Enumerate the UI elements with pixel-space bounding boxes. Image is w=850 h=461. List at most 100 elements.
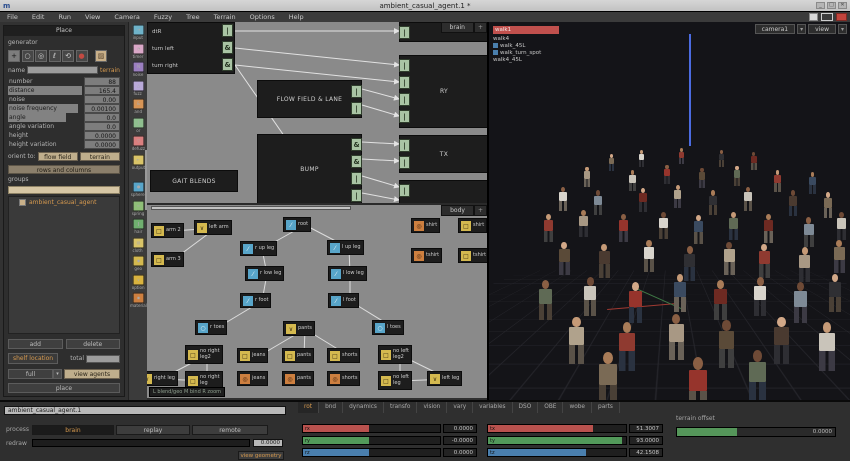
crowd-person[interactable]	[599, 352, 617, 400]
palette-geo-node[interactable]: ◆geo	[130, 255, 147, 272]
body-node-tshirt_o[interactable]: ◎tshirt	[411, 248, 442, 263]
crowd-person[interactable]	[694, 215, 703, 244]
crowd-person[interactable]	[819, 322, 835, 371]
tab-variables[interactable]: variables	[473, 402, 512, 413]
crowd-person[interactable]	[719, 150, 724, 167]
crowd-person[interactable]	[674, 185, 681, 208]
body-node-r_toes[interactable]: ○r toes	[195, 320, 227, 335]
brain-box-bot_out[interactable]: |	[399, 180, 487, 205]
terrain-offset-slider[interactable]: 0.0000	[676, 427, 836, 437]
param-value-noise-frequency[interactable]: 0.00100	[84, 104, 120, 113]
rot-rx-slider[interactable]: rx	[302, 424, 441, 433]
body-node-tshirt_y[interactable]: □tshirt	[458, 248, 487, 263]
palette-input-node[interactable]: ⇥input	[130, 24, 147, 41]
clip-item[interactable]: walk4_45L	[493, 56, 559, 63]
tab-dynamics[interactable]: dynamics	[343, 402, 384, 413]
groups-list[interactable]: ambient_casual_agent	[8, 196, 120, 334]
rot-ry-value[interactable]: -0.0000	[443, 436, 477, 445]
crowd-person[interactable]	[584, 167, 590, 187]
port-or-icon[interactable]: |	[399, 184, 410, 197]
clip-item[interactable]: walk_turn_spot	[493, 49, 559, 56]
body-node-l_low_leg[interactable]: ⁄l low leg	[328, 266, 367, 281]
body-node-r_up_leg[interactable]: ⁄r up leg	[240, 241, 277, 256]
brain-box-bump[interactable]: BUMP&&||	[257, 134, 362, 205]
menu-run[interactable]: Run	[51, 12, 77, 23]
crowd-person[interactable]	[744, 187, 752, 211]
port-or-icon[interactable]: |	[222, 24, 233, 37]
trans-ty-slider[interactable]: ty	[487, 436, 627, 445]
minimize-icon[interactable]: _	[816, 2, 825, 9]
body-node-l_up_leg[interactable]: ⁄l up leg	[327, 240, 364, 255]
crowd-person[interactable]	[699, 168, 705, 188]
crowd-person[interactable]	[609, 154, 614, 171]
crowd-person[interactable]	[714, 280, 727, 320]
place-button[interactable]: place	[8, 383, 120, 393]
crowd-person[interactable]	[774, 317, 789, 364]
menu-options[interactable]: Options	[243, 12, 282, 23]
param-value-angle-variation[interactable]: 0.0	[84, 122, 120, 131]
crowd-person[interactable]	[629, 170, 636, 191]
crowd-person[interactable]	[759, 244, 770, 278]
ellipse-tool[interactable]: ◎	[35, 50, 47, 62]
port-or-icon[interactable]: |	[399, 93, 410, 106]
body-node-jeans_y[interactable]: □jeans	[237, 348, 268, 363]
orient-terrain-button[interactable]: terrain	[80, 152, 120, 161]
body-node-shorts_o[interactable]: ◎shorts	[327, 371, 360, 386]
port-or-icon[interactable]: |	[351, 172, 362, 185]
crowd-person[interactable]	[719, 320, 734, 368]
brain-tab-add-icon[interactable]: +	[474, 22, 487, 33]
curve-tool[interactable]: ℓ	[49, 50, 61, 62]
port-or-icon[interactable]: |	[351, 85, 362, 98]
body-node-l_toes[interactable]: ○l toes	[372, 320, 404, 335]
point-tool[interactable]: +	[8, 50, 20, 62]
loop-tool[interactable]: ⟲	[62, 50, 74, 62]
view-agents-button[interactable]: view agents	[64, 369, 120, 379]
body-node-r_foot[interactable]: ⁄r foot	[240, 293, 271, 308]
menu-help[interactable]: Help	[282, 12, 311, 23]
menu-tree[interactable]: Tree	[179, 12, 207, 23]
name-input[interactable]	[27, 66, 98, 74]
circle-tool[interactable]: ○	[22, 50, 34, 62]
crowd-person[interactable]	[544, 214, 553, 242]
crowd-person[interactable]	[559, 187, 567, 211]
palette-spring-node[interactable]: ≈spring	[130, 200, 147, 217]
menu-edit[interactable]: Edit	[25, 12, 52, 23]
body-node-jeans_o[interactable]: ◎jeans	[237, 371, 268, 386]
crowd-person[interactable]	[629, 282, 642, 323]
orient-flow-field-button[interactable]: flow field	[38, 152, 78, 161]
rows-and-columns-button[interactable]: rows and columns	[8, 165, 120, 174]
crowd-person[interactable]	[689, 357, 707, 400]
crowd-person[interactable]	[579, 210, 588, 237]
palette-noise-node[interactable]: Nnoise	[130, 61, 147, 78]
camera-select-button[interactable]: camera1	[755, 24, 795, 34]
view-menu-icon[interactable]: ▾	[838, 24, 847, 34]
tab-bnd[interactable]: bnd	[319, 402, 343, 413]
tab-vision[interactable]: vision	[417, 402, 447, 413]
port-or-icon[interactable]: |	[399, 59, 410, 72]
crowd-person[interactable]	[664, 165, 670, 184]
panel-toggle-icon[interactable]	[809, 13, 818, 21]
body-graph-hscrollbar[interactable]	[151, 206, 351, 210]
full-dropdown[interactable]: full ▾	[8, 369, 62, 379]
menu-camera[interactable]: Camera	[107, 12, 147, 23]
body-node-pants_y[interactable]: □pants	[282, 348, 314, 363]
palette-timer-node[interactable]: ◔timer	[130, 43, 147, 60]
image-tool[interactable]: ▨	[95, 50, 107, 62]
crowd-person[interactable]	[639, 150, 644, 167]
delete-button[interactable]: delete	[66, 339, 121, 349]
crowd-person[interactable]	[774, 170, 781, 192]
rot-ry-slider[interactable]: ry	[302, 436, 441, 445]
rot-rz-slider[interactable]: rz	[302, 448, 441, 457]
crowd-person[interactable]	[754, 277, 766, 316]
palette-and-node[interactable]: &and	[130, 98, 147, 115]
crowd-person[interactable]	[674, 274, 686, 312]
crowd-person[interactable]	[599, 244, 610, 278]
agent-name-field[interactable]: ambient_casual_agent.1	[4, 406, 286, 415]
port-or-icon[interactable]: |	[351, 189, 362, 202]
body-node-arm3[interactable]: □arm 3	[151, 252, 184, 267]
body-node-no_right_leg2[interactable]: □no right leg2	[185, 345, 223, 364]
port-or-icon[interactable]: |	[399, 139, 410, 152]
view-select-button[interactable]: view	[808, 24, 836, 34]
crowd-person[interactable]	[559, 242, 570, 275]
menu-view[interactable]: View	[78, 12, 107, 23]
